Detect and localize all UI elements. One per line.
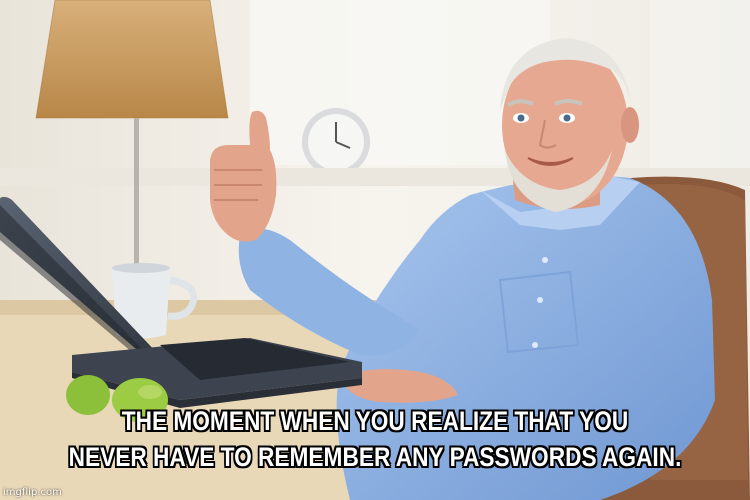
meme-image: THE MOMENT WHEN YOU REALIZE THAT YOU NEV… <box>0 0 750 500</box>
meme-caption-line-2: NEVER HAVE TO REMEMBER ANY PASSWORDS AGA… <box>68 442 682 472</box>
wall-clock-icon <box>302 108 370 176</box>
meme-caption-line-1: THE MOMENT WHEN YOU REALIZE THAT YOU <box>121 406 629 436</box>
watermark: imgflip.com <box>3 487 62 498</box>
window-right <box>650 0 750 170</box>
